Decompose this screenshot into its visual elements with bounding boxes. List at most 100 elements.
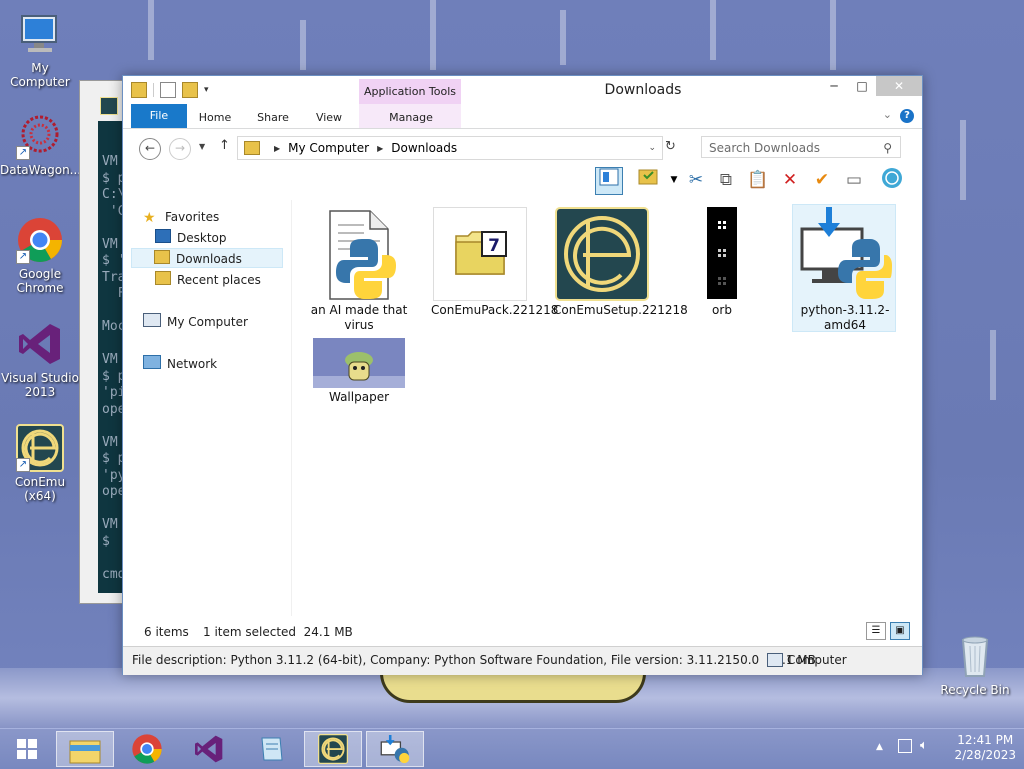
taskbar-chrome[interactable] [118,731,176,767]
context-tab-header: Application Tools [359,79,461,104]
search-placeholder: Search Downloads [709,141,820,155]
file-item-label: python-3.11.2-amd64 [800,303,890,332]
delete-icon[interactable]: ✕ [777,167,803,193]
tab-manage[interactable]: Manage [381,107,441,129]
help-icon[interactable]: ? [900,109,914,123]
properties-icon[interactable] [160,82,176,98]
rename-icon[interactable]: ▭ [841,167,867,193]
file-item[interactable]: ConEmuSetup.221218 [553,207,688,318]
explorer-window[interactable]: ▾ Application Tools Downloads ─ □ ✕ File… [122,75,923,675]
nav-favorites[interactable]: ★ Favorites [143,207,219,227]
desktop-icon-label: ConEmu (x64) [14,475,66,503]
folder-options-icon[interactable] [635,167,661,193]
cut-icon[interactable]: ✂ [683,167,709,193]
close-button[interactable]: ✕ [876,76,922,96]
tab-share[interactable]: Share [251,107,295,129]
clock[interactable]: 12:41 PM 2/28/2023 [954,733,1016,763]
ribbon-collapse-icon[interactable]: ⌄ [883,108,892,121]
navigation-pane: ★ Favorites Desktop Downloads Recent plac… [131,204,289,614]
folder-icon[interactable] [131,82,147,98]
conemu-tab-icon [100,97,118,115]
desktop-icon-recycle-bin[interactable]: Recycle Bin [935,632,1015,697]
preview-pane-icon[interactable] [595,167,623,195]
desktop-icon-label: Visual Studio 2013 [1,371,79,399]
7zip-archive-icon: 7 [433,207,527,301]
file-item-label: orb [712,303,732,317]
file-item[interactable]: Wallpaper [310,338,408,405]
desktop-icon [155,229,171,243]
file-item[interactable]: orb [673,207,771,318]
selection-info: 1 item selected 24.1 MB [203,625,353,639]
taskbar-explorer[interactable] [56,731,114,767]
minimize-button[interactable]: ─ [820,76,848,96]
computer-icon [767,653,783,667]
recent-locations-icon[interactable]: ▼ [199,142,205,151]
taskbar-visual-studio[interactable] [180,731,238,767]
wallpaper-streak [710,0,716,60]
file-item[interactable]: 7 ConEmuPack.221218 [431,207,558,318]
shortcut-arrow-icon: ↗ [16,146,30,160]
copy-icon[interactable]: ⧉ [713,167,739,193]
address-row: ← → ▼ ↑ ▶ My Computer ▶ Downloads ⌄ ↻ Se… [123,133,922,163]
taskbar-notepad[interactable] [242,731,300,767]
breadcrumb-separator: ▶ [377,143,384,153]
desktop-icon-label: Google Chrome [16,267,64,295]
tab-file[interactable]: File [131,104,187,128]
pane-splitter[interactable] [291,200,292,616]
address-dropdown-icon[interactable]: ⌄ [648,143,656,153]
title-bar[interactable]: ▾ Application Tools Downloads ─ □ ✕ [123,76,922,104]
nav-desktop[interactable]: Desktop [155,228,227,248]
desktop-icon-label: Recycle Bin [940,683,1010,697]
taskbar-python-installer[interactable] [366,731,424,767]
back-button[interactable]: ← [139,138,161,160]
large-icons-view-icon[interactable]: ▣ [890,622,910,640]
file-item-selected[interactable]: python-3.11.2-amd64 [792,204,896,333]
taskbar-conemu[interactable] [304,731,362,767]
show-hidden-icons[interactable]: ▲ [876,742,883,752]
search-input[interactable]: Search Downloads ⚲ [701,136,901,158]
clock-date: 2/28/2023 [954,748,1016,762]
nav-network[interactable]: Network [143,354,217,374]
breadcrumb-separator: ▶ [274,143,281,153]
new-folder-icon[interactable] [182,82,198,98]
visual-studio-icon [195,735,223,763]
forward-button[interactable]: → [169,138,191,160]
chrome-icon [132,734,162,764]
checkmark-icon[interactable]: ✔ [809,167,835,193]
location-label: Computer [787,653,847,667]
nav-label: My Computer [167,315,248,329]
wallpaper-streak [300,20,306,70]
desktop-icon-label: DataWagon... [0,163,82,177]
address-bar[interactable]: ▶ My Computer ▶ Downloads ⌄ [237,136,663,160]
python-script-icon [312,207,406,301]
window-title: Downloads [604,82,682,98]
details-view-icon[interactable]: ☰ [866,622,886,640]
orb-icon [675,207,769,301]
desktop-icon-my-computer[interactable]: My Computer [0,10,80,89]
breadcrumb-downloads[interactable]: Downloads [391,141,457,155]
maximize-button[interactable]: □ [848,76,876,96]
nav-label: Desktop [177,231,227,245]
file-item[interactable]: an AI made that virus [310,207,408,333]
desktop-icon-visual-studio[interactable]: Visual Studio 2013 [0,320,80,399]
breadcrumb-my-computer[interactable]: My Computer [288,141,369,155]
globe-icon[interactable] [879,167,905,193]
refresh-icon[interactable]: ↻ [665,139,676,154]
start-button[interactable] [2,731,52,767]
volume-icon[interactable]: 🔈︎ [920,738,928,753]
nav-label: Favorites [165,210,220,224]
nav-downloads[interactable]: Downloads [131,248,283,268]
notepad-icon [261,737,283,761]
nav-label: Network [167,357,218,371]
qat-dropdown-icon[interactable]: ▾ [204,85,209,95]
nav-my-computer[interactable]: My Computer [143,312,248,332]
network-tray-icon[interactable] [898,739,912,753]
tab-home[interactable]: Home [195,107,235,129]
desktop-icon-datawagon[interactable]: ↗ DataWagon... [0,112,82,177]
up-button[interactable]: ↑ [219,138,230,153]
desktop-icon-conemu[interactable]: ↗ ConEmu (x64) [0,424,80,503]
tab-view[interactable]: View [311,107,347,129]
nav-recent-places[interactable]: Recent places [155,270,261,290]
paste-icon[interactable]: 📋 [745,167,771,193]
desktop-icon-chrome[interactable]: ↗ Google Chrome [0,216,80,295]
